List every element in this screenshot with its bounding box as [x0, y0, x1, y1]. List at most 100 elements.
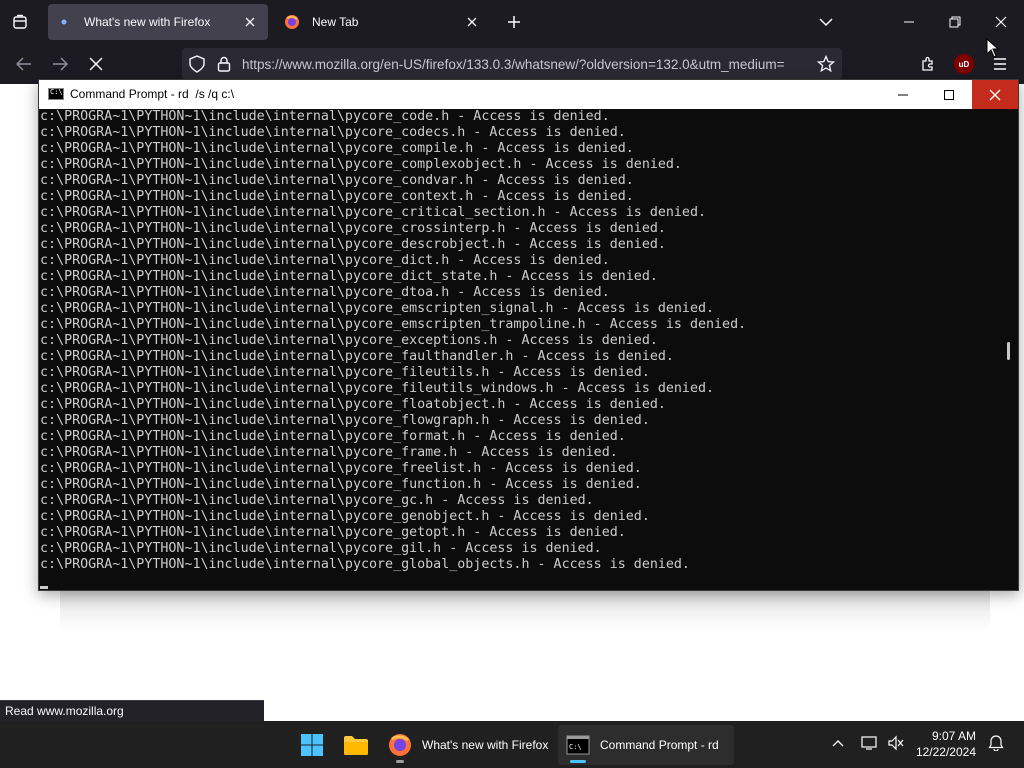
tab-new-tab[interactable]: New Tab: [276, 4, 490, 40]
running-indicator: [396, 760, 404, 763]
console-line: c:\PROGRA~1\PYTHON~1\include\internal\py…: [40, 205, 707, 220]
console-line: c:\PROGRA~1\PYTHON~1\include\internal\py…: [40, 157, 682, 172]
back-arrow-icon: [16, 57, 31, 71]
forward-arrow-icon: [53, 57, 68, 71]
console-line: c:\PROGRA~1\PYTHON~1\include\internal\py…: [40, 381, 715, 396]
url-bar[interactable]: [182, 48, 842, 80]
console-line: c:\PROGRA~1\PYTHON~1\include\internal\py…: [40, 541, 602, 556]
taskbar-firefox[interactable]: What's new with Firefox: [382, 725, 550, 765]
close-window-button[interactable]: [978, 4, 1024, 40]
windows-start-icon: [301, 734, 323, 756]
restore-icon: [949, 16, 961, 28]
cmd-maximize-button[interactable]: [926, 80, 972, 109]
console-line: c:\PROGRA~1\PYTHON~1\include\internal\py…: [40, 461, 642, 476]
clock-time: 9:07 AM: [931, 729, 976, 743]
console-line: c:\PROGRA~1\PYTHON~1\include\internal\py…: [40, 301, 715, 316]
restore-button[interactable]: [932, 4, 978, 40]
browser-window: What's new with Firefox New Tab https://…: [0, 0, 1024, 84]
cmd-close-button[interactable]: [972, 80, 1018, 109]
console-lines: c:\PROGRA~1\PYTHON~1\include\internal\py…: [40, 109, 746, 573]
svg-text:C:\: C:\: [569, 743, 582, 751]
new-tab-button[interactable]: [502, 10, 526, 34]
console-line: c:\PROGRA~1\PYTHON~1\include\internal\py…: [40, 429, 626, 444]
bell-icon: [988, 735, 1004, 751]
show-hidden-icons-button[interactable]: [826, 731, 850, 755]
taskbar-cmd-label: Command Prompt - rd: [600, 738, 719, 752]
console-line: c:\PROGRA~1\PYTHON~1\include\internal\py…: [40, 269, 658, 284]
firefox-icon: [284, 14, 300, 30]
minimize-icon: [898, 94, 908, 95]
notifications-button[interactable]: [984, 731, 1008, 755]
speaker-muted-icon: [888, 735, 904, 751]
folder-icon: [344, 736, 368, 755]
lock-icon[interactable]: [214, 54, 234, 74]
ublock-origin-icon[interactable]: uD: [954, 54, 974, 74]
console-line: c:\PROGRA~1\PYTHON~1\include\internal\py…: [40, 333, 658, 348]
cmd-minimize-button[interactable]: [880, 80, 926, 109]
url-input[interactable]: [242, 48, 802, 80]
console-line: c:\PROGRA~1\PYTHON~1\include\internal\py…: [40, 285, 610, 300]
close-tab-icon[interactable]: [460, 10, 484, 34]
tab-label: New Tab: [312, 15, 359, 29]
chevron-down-icon: [819, 18, 833, 27]
console-line: c:\PROGRA~1\PYTHON~1\include\internal\py…: [40, 173, 634, 188]
minimize-icon: [904, 21, 914, 23]
console-line: c:\PROGRA~1\PYTHON~1\include\internal\py…: [40, 253, 610, 268]
tracking-protection-shield-icon[interactable]: [187, 54, 207, 74]
back-button[interactable]: [10, 50, 38, 78]
cmd-app-icon: C:\: [48, 88, 64, 100]
tab-label: What's new with Firefox: [84, 15, 211, 29]
cmd-window-title: Command Prompt - rd /s /q c:\: [70, 87, 235, 101]
console-line: c:\PROGRA~1\PYTHON~1\include\internal\py…: [40, 125, 626, 140]
monitor-icon: [861, 736, 877, 750]
console-output[interactable]: c:\PROGRA~1\PYTHON~1\include\internal\py…: [39, 109, 998, 589]
console-line: c:\PROGRA~1\PYTHON~1\include\internal\py…: [40, 109, 610, 124]
console-cursor: [40, 586, 48, 589]
terminal-icon: C:\: [566, 735, 590, 755]
cmd-title-bar[interactable]: C:\ Command Prompt - rd /s /q c:\: [39, 80, 1018, 109]
console-line: c:\PROGRA~1\PYTHON~1\include\internal\py…: [40, 477, 642, 492]
console-line: c:\PROGRA~1\PYTHON~1\include\internal\py…: [40, 493, 594, 508]
console-line: c:\PROGRA~1\PYTHON~1\include\internal\py…: [40, 509, 650, 524]
plus-icon: [508, 16, 520, 28]
file-explorer-button[interactable]: [338, 725, 374, 765]
extensions-button[interactable]: [914, 50, 942, 78]
console-scrollbar[interactable]: [1007, 342, 1010, 360]
close-tab-icon[interactable]: [238, 10, 262, 34]
console-line: c:\PROGRA~1\PYTHON~1\include\internal\py…: [40, 525, 626, 540]
firefox-view-button[interactable]: [6, 8, 34, 36]
bookmark-star-icon[interactable]: [816, 54, 836, 74]
hamburger-menu-icon: [994, 58, 1006, 70]
chevron-up-icon: [832, 740, 844, 747]
console-line: c:\PROGRA~1\PYTHON~1\include\internal\py…: [40, 189, 634, 204]
command-prompt-window[interactable]: C:\ Command Prompt - rd /s /q c:\ c:\PRO…: [38, 79, 1019, 591]
minimize-button[interactable]: [886, 4, 932, 40]
list-all-tabs-button[interactable]: [814, 10, 838, 34]
maximize-icon: [944, 89, 954, 100]
system-clock[interactable]: 9:07 AM 12/22/2024: [906, 728, 976, 760]
console-line: c:\PROGRA~1\PYTHON~1\include\internal\py…: [40, 237, 666, 252]
stop-icon: [89, 57, 103, 71]
volume-tray-button[interactable]: [884, 731, 908, 755]
firefox-view-icon: [13, 14, 27, 29]
console-line: c:\PROGRA~1\PYTHON~1\include\internal\py…: [40, 317, 747, 332]
window-shadow: [60, 585, 990, 630]
tab-whats-new[interactable]: What's new with Firefox: [48, 4, 268, 40]
taskbar-command-prompt[interactable]: C:\ Command Prompt - rd: [558, 725, 734, 765]
puzzle-icon: [922, 56, 933, 71]
display-tray-button[interactable]: [858, 731, 882, 755]
firefox-icon: [389, 734, 411, 756]
tab-bar: What's new with Firefox New Tab: [0, 0, 1024, 58]
loading-dot-icon: [56, 14, 72, 30]
status-panel: Read www.mozilla.org: [0, 700, 264, 721]
close-icon: [989, 89, 1001, 100]
app-menu-button[interactable]: [986, 50, 1014, 78]
console-line: c:\PROGRA~1\PYTHON~1\include\internal\py…: [40, 413, 650, 428]
console-line: c:\PROGRA~1\PYTHON~1\include\internal\py…: [40, 445, 618, 460]
start-button[interactable]: [294, 725, 330, 765]
stop-loading-button[interactable]: [82, 50, 110, 78]
console-line: c:\PROGRA~1\PYTHON~1\include\internal\py…: [40, 365, 650, 380]
forward-button[interactable]: [46, 50, 74, 78]
taskbar-firefox-label: What's new with Firefox: [422, 738, 549, 752]
console-line: c:\PROGRA~1\PYTHON~1\include\internal\py…: [40, 349, 674, 364]
